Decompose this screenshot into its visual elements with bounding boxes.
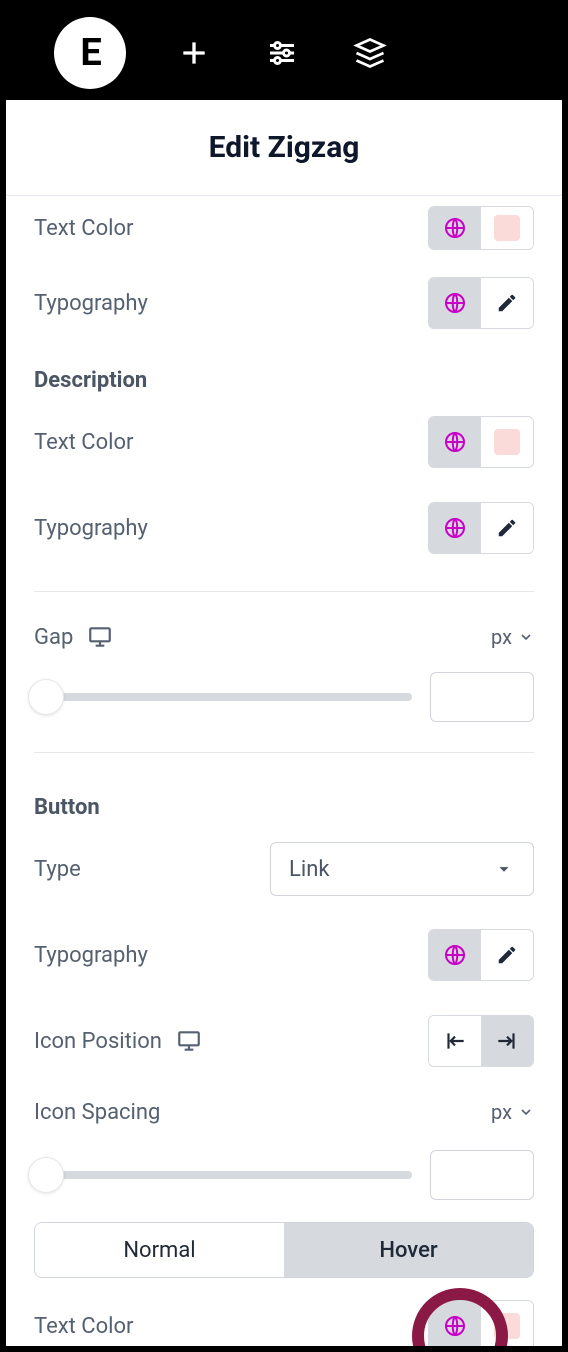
gap-row: Gap px (34, 612, 534, 662)
edit-typography-button[interactable] (481, 278, 533, 328)
elementor-logo[interactable]: E (54, 17, 126, 89)
text-color-label: Text Color (34, 430, 428, 455)
global-typography-button[interactable] (429, 930, 481, 980)
color-control (428, 206, 534, 250)
icon-position-row: Icon Position (34, 998, 534, 1084)
tab-hover[interactable]: Hover (284, 1223, 533, 1277)
text-color-row-1: Text Color (34, 196, 534, 260)
add-icon[interactable] (174, 33, 214, 73)
icon-spacing-slider[interactable] (34, 1171, 412, 1179)
gap-slider[interactable] (34, 693, 412, 701)
button-section-header: Button (34, 773, 534, 826)
typography-control (428, 502, 534, 554)
structure-icon[interactable] (350, 33, 390, 73)
unit-selector[interactable]: px (491, 1100, 534, 1124)
text-color-label: Text Color (34, 216, 428, 241)
panel-title: Edit Zigzag (6, 100, 562, 196)
type-value: Link (289, 857, 330, 882)
color-control (428, 416, 534, 468)
color-swatch (494, 429, 520, 455)
responsive-icon[interactable] (87, 624, 113, 650)
color-control (428, 1300, 534, 1346)
global-typography-button[interactable] (429, 278, 481, 328)
typography-control (428, 277, 534, 329)
divider (34, 591, 534, 592)
type-row: Type Link (34, 826, 534, 912)
text-color-row-2: Text Color (34, 399, 534, 485)
text-color-label: Text Color (34, 1314, 428, 1339)
edit-typography-button[interactable] (481, 503, 533, 553)
color-swatch (494, 1313, 520, 1339)
typography-row-3: Typography (34, 912, 534, 998)
icon-position-right[interactable] (481, 1016, 533, 1066)
unit-selector[interactable]: px (491, 625, 534, 649)
color-swatch-button[interactable] (481, 417, 533, 467)
slider-thumb[interactable] (28, 679, 64, 715)
typography-control (428, 929, 534, 981)
typography-row-2: Typography (34, 485, 534, 571)
gap-label: Gap (34, 625, 73, 650)
slider-thumb[interactable] (28, 1157, 64, 1193)
edit-typography-button[interactable] (481, 930, 533, 980)
global-color-button[interactable] (429, 417, 481, 467)
text-color-row-3: Text Color (34, 1278, 534, 1346)
responsive-icon[interactable] (176, 1028, 202, 1054)
typography-label: Typography (34, 943, 428, 968)
color-swatch-button[interactable] (481, 1301, 533, 1346)
divider (34, 752, 534, 753)
color-swatch-button[interactable] (481, 207, 533, 249)
color-swatch (494, 215, 520, 241)
typography-label: Typography (34, 516, 428, 541)
icon-spacing-label: Icon Spacing (34, 1100, 491, 1125)
icon-spacing-slider-row (34, 1140, 534, 1210)
icon-position-label: Icon Position (34, 1029, 162, 1054)
type-select[interactable]: Link (270, 842, 534, 896)
gap-slider-row (34, 662, 534, 732)
global-color-button[interactable] (429, 1301, 481, 1346)
description-section-header: Description (34, 346, 534, 399)
tab-normal[interactable]: Normal (35, 1223, 284, 1277)
gap-value-input[interactable] (430, 672, 534, 722)
icon-spacing-row: Icon Spacing px (34, 1084, 534, 1140)
type-label: Type (34, 857, 270, 882)
state-tabs: Normal Hover (34, 1222, 534, 1278)
settings-icon[interactable] (262, 33, 302, 73)
typography-row-1: Typography (34, 260, 534, 346)
typography-label: Typography (34, 291, 428, 316)
global-typography-button[interactable] (429, 503, 481, 553)
icon-position-left[interactable] (429, 1016, 481, 1066)
icon-position-toggle (428, 1015, 534, 1067)
icon-spacing-value-input[interactable] (430, 1150, 534, 1200)
top-bar: E (6, 6, 562, 100)
global-color-button[interactable] (429, 207, 481, 249)
